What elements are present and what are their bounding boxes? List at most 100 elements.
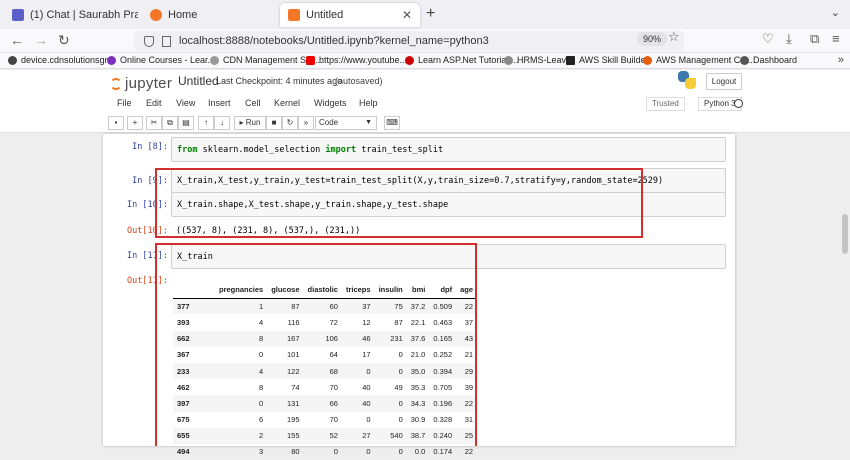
bookmark-item[interactable]: Online Courses - Lear... bbox=[107, 55, 215, 65]
bookmark-item[interactable]: HRMS-Leave bbox=[504, 55, 571, 65]
table-cell: 0.174 bbox=[433, 447, 453, 457]
jupyter-logo[interactable]: jupyter bbox=[110, 72, 173, 94]
download-icon[interactable]: ⤓ bbox=[786, 31, 792, 47]
globe-icon bbox=[210, 55, 219, 65]
jupyter-logo-text: jupyter bbox=[125, 75, 173, 92]
browser-nav-bar: ← → ↻ localhost:8888/notebooks/Untitled.… bbox=[0, 29, 850, 53]
code-cell[interactable]: from sklearn.model_selection import trai… bbox=[171, 137, 726, 162]
scrollbar-thumb[interactable] bbox=[842, 214, 848, 254]
code-keyword: from bbox=[177, 145, 198, 155]
browser-tab-bar: (1) Chat | Saurabh Prajapati | Mi Home U… bbox=[0, 0, 850, 29]
back-icon[interactable]: ← bbox=[10, 32, 24, 48]
tab-home[interactable]: Home bbox=[142, 3, 276, 27]
extensions-icon[interactable]: ⧉ bbox=[810, 31, 819, 47]
course-icon bbox=[107, 55, 116, 65]
checkpoint-status: Last Checkpoint: 4 minutes ago bbox=[216, 76, 343, 86]
table-cell: 80 bbox=[291, 447, 300, 457]
page-icon bbox=[162, 35, 171, 47]
bookmark-item[interactable]: Dashboard bbox=[740, 55, 797, 65]
keyboard-icon[interactable]: ⌨ bbox=[384, 116, 400, 130]
address-bar[interactable]: localhost:8888/notebooks/Untitled.ipynb?… bbox=[134, 31, 684, 51]
teams-icon bbox=[12, 9, 24, 21]
paste-button[interactable]: ▤ bbox=[178, 116, 194, 130]
learn-icon bbox=[405, 55, 414, 65]
notebook-title[interactable]: Untitled bbox=[178, 74, 219, 88]
tab-untitled[interactable]: Untitled ✕ bbox=[280, 3, 420, 27]
bookmark-item[interactable]: AWS Management Co... bbox=[643, 55, 753, 65]
table-cell: 0 bbox=[398, 447, 403, 457]
menu-icon[interactable]: ≡ bbox=[832, 31, 840, 46]
close-icon[interactable]: ✕ bbox=[402, 8, 412, 22]
bookmark-star-icon[interactable]: ☆ bbox=[668, 29, 680, 45]
bookmark-label: Dashboard bbox=[753, 55, 798, 65]
menu-kernel[interactable]: Kernel bbox=[274, 98, 300, 108]
reload-icon[interactable]: ↻ bbox=[58, 32, 70, 49]
bookmarks-bar: device.cdnsolutionsgr... Online Courses … bbox=[0, 53, 850, 69]
chevron-right-icon[interactable]: » bbox=[838, 54, 844, 66]
bookmark-item[interactable]: AWS Skill Builder bbox=[566, 55, 649, 65]
python-logo-icon bbox=[678, 71, 696, 89]
notebook-favicon-icon bbox=[288, 9, 300, 21]
menu-file[interactable]: File bbox=[117, 98, 132, 108]
table-cell: 0.0 bbox=[414, 447, 426, 457]
move-down-button[interactable]: ↓ bbox=[214, 116, 230, 130]
cut-button[interactable]: ✂ bbox=[146, 116, 162, 130]
forward-icon[interactable]: → bbox=[34, 32, 48, 48]
table-cell: 0 bbox=[333, 447, 338, 457]
globe-icon bbox=[504, 55, 513, 65]
table-cell: 3 bbox=[259, 447, 264, 457]
bookmark-item[interactable]: Learn ASP.Net Tutorial ... bbox=[405, 55, 518, 65]
jupyter-favicon-icon bbox=[150, 9, 162, 21]
run-label: Run bbox=[245, 118, 261, 127]
bookmark-item[interactable]: device.cdnsolutionsgr... bbox=[8, 55, 115, 65]
bookmark-label: https://www.youtube.... bbox=[319, 55, 410, 65]
table-cell: 0 bbox=[366, 447, 371, 457]
interrupt-button[interactable]: ■ bbox=[266, 116, 282, 130]
notebook-container: In [8]: from sklearn.model_selection imp… bbox=[103, 134, 735, 456]
input-prompt: In [8]: bbox=[132, 142, 168, 152]
move-up-button[interactable]: ↑ bbox=[198, 116, 214, 130]
restart-run-all-button[interactable]: » bbox=[298, 116, 314, 130]
bookmark-label: HRMS-Leave bbox=[517, 55, 572, 65]
code-text: sklearn.model_selection bbox=[197, 145, 326, 155]
code-keyword: import bbox=[325, 145, 357, 155]
menu-widgets[interactable]: Widgets bbox=[314, 98, 347, 108]
shield-icon bbox=[144, 35, 154, 47]
menu-help[interactable]: Help bbox=[359, 98, 378, 108]
trusted-indicator[interactable]: Trusted bbox=[646, 97, 685, 111]
copy-button[interactable]: ⧉ bbox=[162, 116, 178, 130]
menu-cell[interactable]: Cell bbox=[245, 98, 261, 108]
restart-button[interactable]: ↻ bbox=[282, 116, 298, 130]
bookmark-label: device.cdnsolutionsgr... bbox=[21, 55, 115, 65]
pocket-icon[interactable]: ♡ bbox=[762, 31, 774, 47]
scrollbar-track[interactable] bbox=[840, 134, 850, 446]
insert-cell-button[interactable]: + bbox=[127, 116, 143, 130]
bookmark-item[interactable]: https://www.youtube.... bbox=[306, 55, 410, 65]
tab-label: (1) Chat | Saurabh Prajapati | Mi bbox=[30, 9, 138, 21]
zoom-level[interactable]: 90% bbox=[637, 32, 668, 46]
bookmark-label: Online Courses - Lear... bbox=[120, 55, 216, 65]
menu-edit[interactable]: Edit bbox=[146, 98, 162, 108]
save-button[interactable]: ▪ bbox=[108, 116, 124, 130]
aws-icon bbox=[566, 55, 575, 65]
tab-label: Untitled bbox=[306, 9, 344, 21]
cell-code: from sklearn.model_selection import trai… bbox=[177, 145, 443, 155]
youtube-icon bbox=[306, 55, 315, 65]
tab-chat[interactable]: (1) Chat | Saurabh Prajapati | Mi bbox=[4, 3, 138, 27]
tab-label: Home bbox=[168, 9, 198, 21]
table-row: 494 3 80 0 0 0 0.0 0.174 22 bbox=[173, 444, 477, 460]
chevron-down-icon[interactable]: ⌄ bbox=[831, 6, 840, 19]
run-button[interactable]: ▸ Run bbox=[234, 116, 266, 130]
cell-type-select[interactable]: Code ▼ bbox=[315, 116, 377, 130]
chevron-down-icon: ▼ bbox=[365, 119, 372, 126]
menu-insert[interactable]: Insert bbox=[208, 98, 231, 108]
new-tab-icon[interactable]: + bbox=[426, 5, 435, 23]
globe-icon bbox=[8, 55, 17, 65]
bookmark-label: AWS Skill Builder bbox=[579, 55, 649, 65]
cell-type-value: Code bbox=[319, 118, 339, 127]
menu-view[interactable]: View bbox=[176, 98, 195, 108]
jupyter-logo-icon bbox=[110, 78, 122, 90]
logout-button[interactable]: Logout bbox=[706, 73, 742, 90]
dashboard-icon bbox=[740, 55, 749, 65]
jupyter-header: jupyter Untitled Last Checkpoint: 4 minu… bbox=[0, 70, 850, 133]
